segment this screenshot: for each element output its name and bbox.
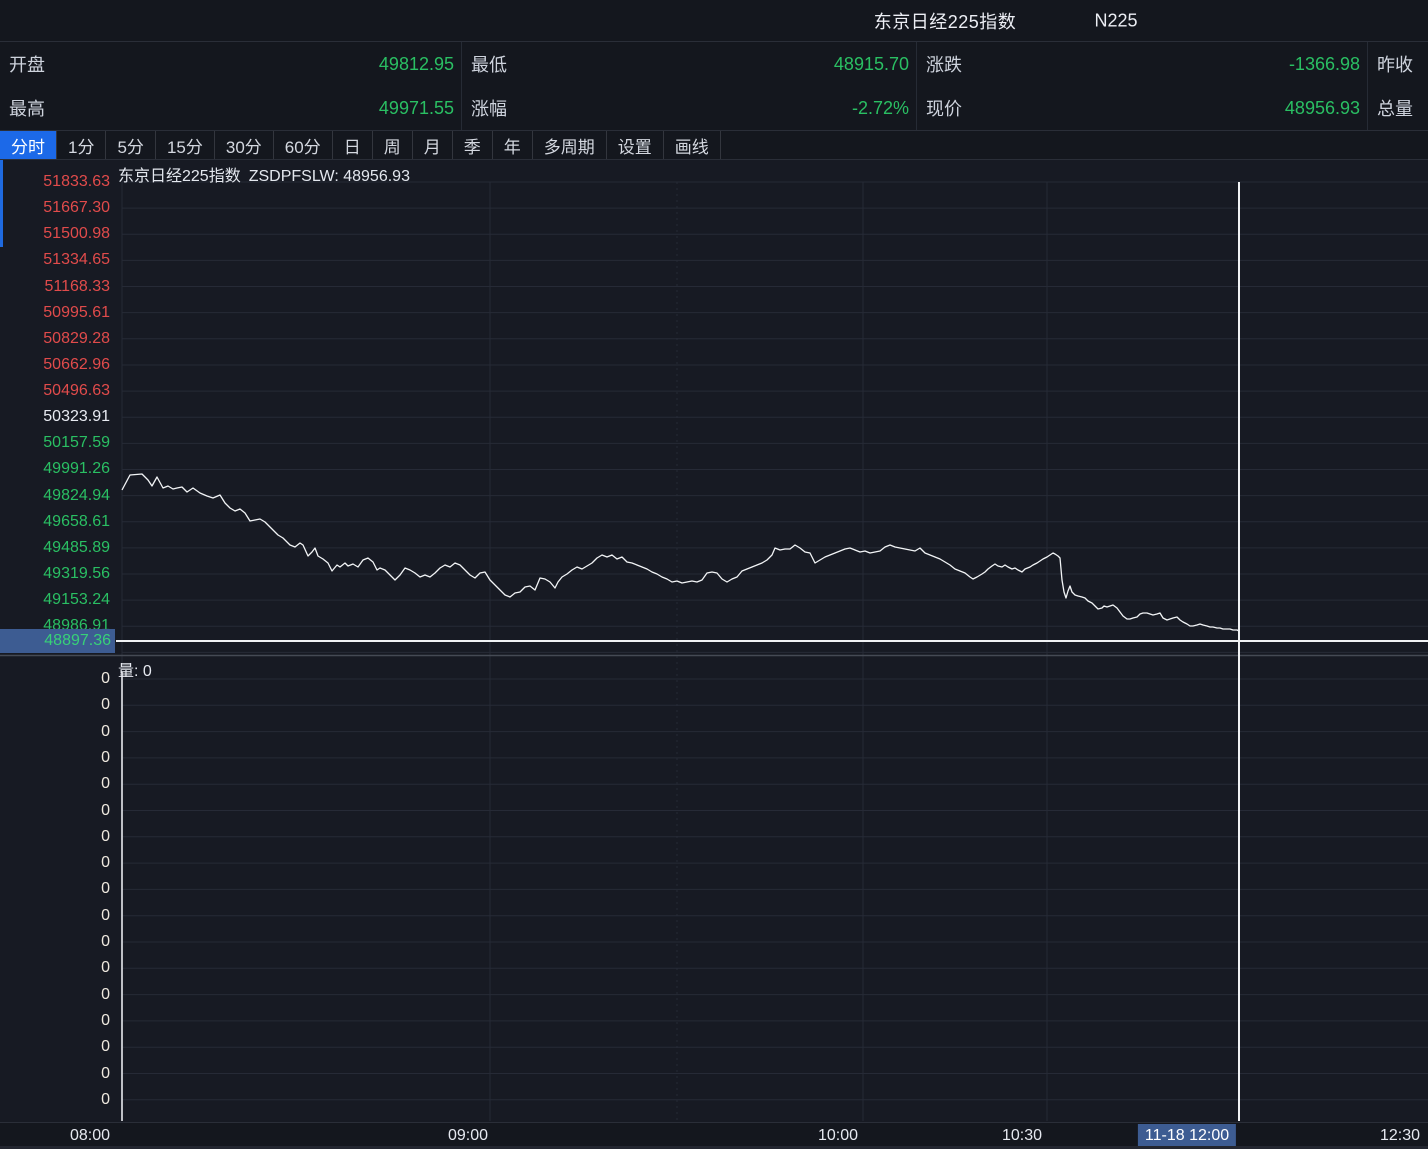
price-axis-label: 50157.59 xyxy=(0,433,110,453)
price-axis-label: 51500.98 xyxy=(0,224,110,244)
volume-axis-label: 0 xyxy=(0,1091,110,1109)
price-line xyxy=(122,474,1239,631)
price-axis-label: 49485.89 xyxy=(0,538,110,558)
price-axis-label: 49991.26 xyxy=(0,459,110,479)
volume-axis-label: 0 xyxy=(0,1038,110,1056)
volume-axis-label: 0 xyxy=(0,854,110,872)
time-axis-label: 08:00 xyxy=(70,1127,110,1145)
trading-app-window: 东京日经225指数 N225 开盘 49812.95 最高 49971.55 最… xyxy=(0,0,1428,1149)
volume-axis-label: 0 xyxy=(0,907,110,925)
volume-axis-label: 0 xyxy=(0,802,110,820)
price-axis-label: 50323.91 xyxy=(0,407,110,427)
price-axis-label: 50829.28 xyxy=(0,329,110,349)
time-axis-label: 10:30 xyxy=(1002,1127,1042,1145)
chart-title-index: 东京日经225指数 xyxy=(118,168,241,185)
volume-axis-label: 0 xyxy=(0,723,110,741)
volume-axis-label: 0 xyxy=(0,696,110,714)
volume-axis-label: 0 xyxy=(0,1065,110,1083)
price-axis-label: 50662.96 xyxy=(0,355,110,375)
volume-axis-label: 0 xyxy=(0,986,110,1004)
volume-axis-label: 0 xyxy=(0,775,110,793)
volume-axis-label: 0 xyxy=(0,880,110,898)
price-axis-label: 51168.33 xyxy=(0,277,110,297)
volume-axis-label: 0 xyxy=(0,1012,110,1030)
time-axis-bar: 08:00 09:00 10:00 10:30 11-18 12:00 12:30 xyxy=(0,1122,1428,1149)
volume-axis-label: 0 xyxy=(0,828,110,846)
time-axis-label-crosshair: 11-18 12:00 xyxy=(1138,1124,1236,1148)
price-axis-label: 51334.65 xyxy=(0,250,110,270)
chart-title-quote: ZSDPFSLW: 48956.93 xyxy=(249,168,410,185)
price-axis-label: 50995.61 xyxy=(0,303,110,323)
chart-title: 东京日经225指数 ZSDPFSLW: 48956.93 xyxy=(118,162,410,186)
price-axis-label: 49319.56 xyxy=(0,564,110,584)
price-axis-label: 51833.63 xyxy=(0,172,110,192)
volume-axis-label: 0 xyxy=(0,959,110,977)
volume-axis-label: 0 xyxy=(0,670,110,688)
price-axis-label: 51667.30 xyxy=(0,198,110,218)
volume-axis-label: 0 xyxy=(0,749,110,767)
time-axis-label: 09:00 xyxy=(448,1127,488,1145)
volume-axis-label: 0 xyxy=(0,933,110,951)
price-axis-label: 50496.63 xyxy=(0,381,110,401)
volume-pane-title: 量: 0 xyxy=(118,657,152,681)
price-axis-label: 49153.24 xyxy=(0,590,110,610)
time-axis-label: 12:30 xyxy=(1380,1127,1420,1145)
crosshair-price-tag: 48897.36 xyxy=(0,629,115,653)
price-axis-label: 49824.94 xyxy=(0,486,110,506)
price-axis-label: 49658.61 xyxy=(0,512,110,532)
time-axis-label: 10:00 xyxy=(818,1127,858,1145)
